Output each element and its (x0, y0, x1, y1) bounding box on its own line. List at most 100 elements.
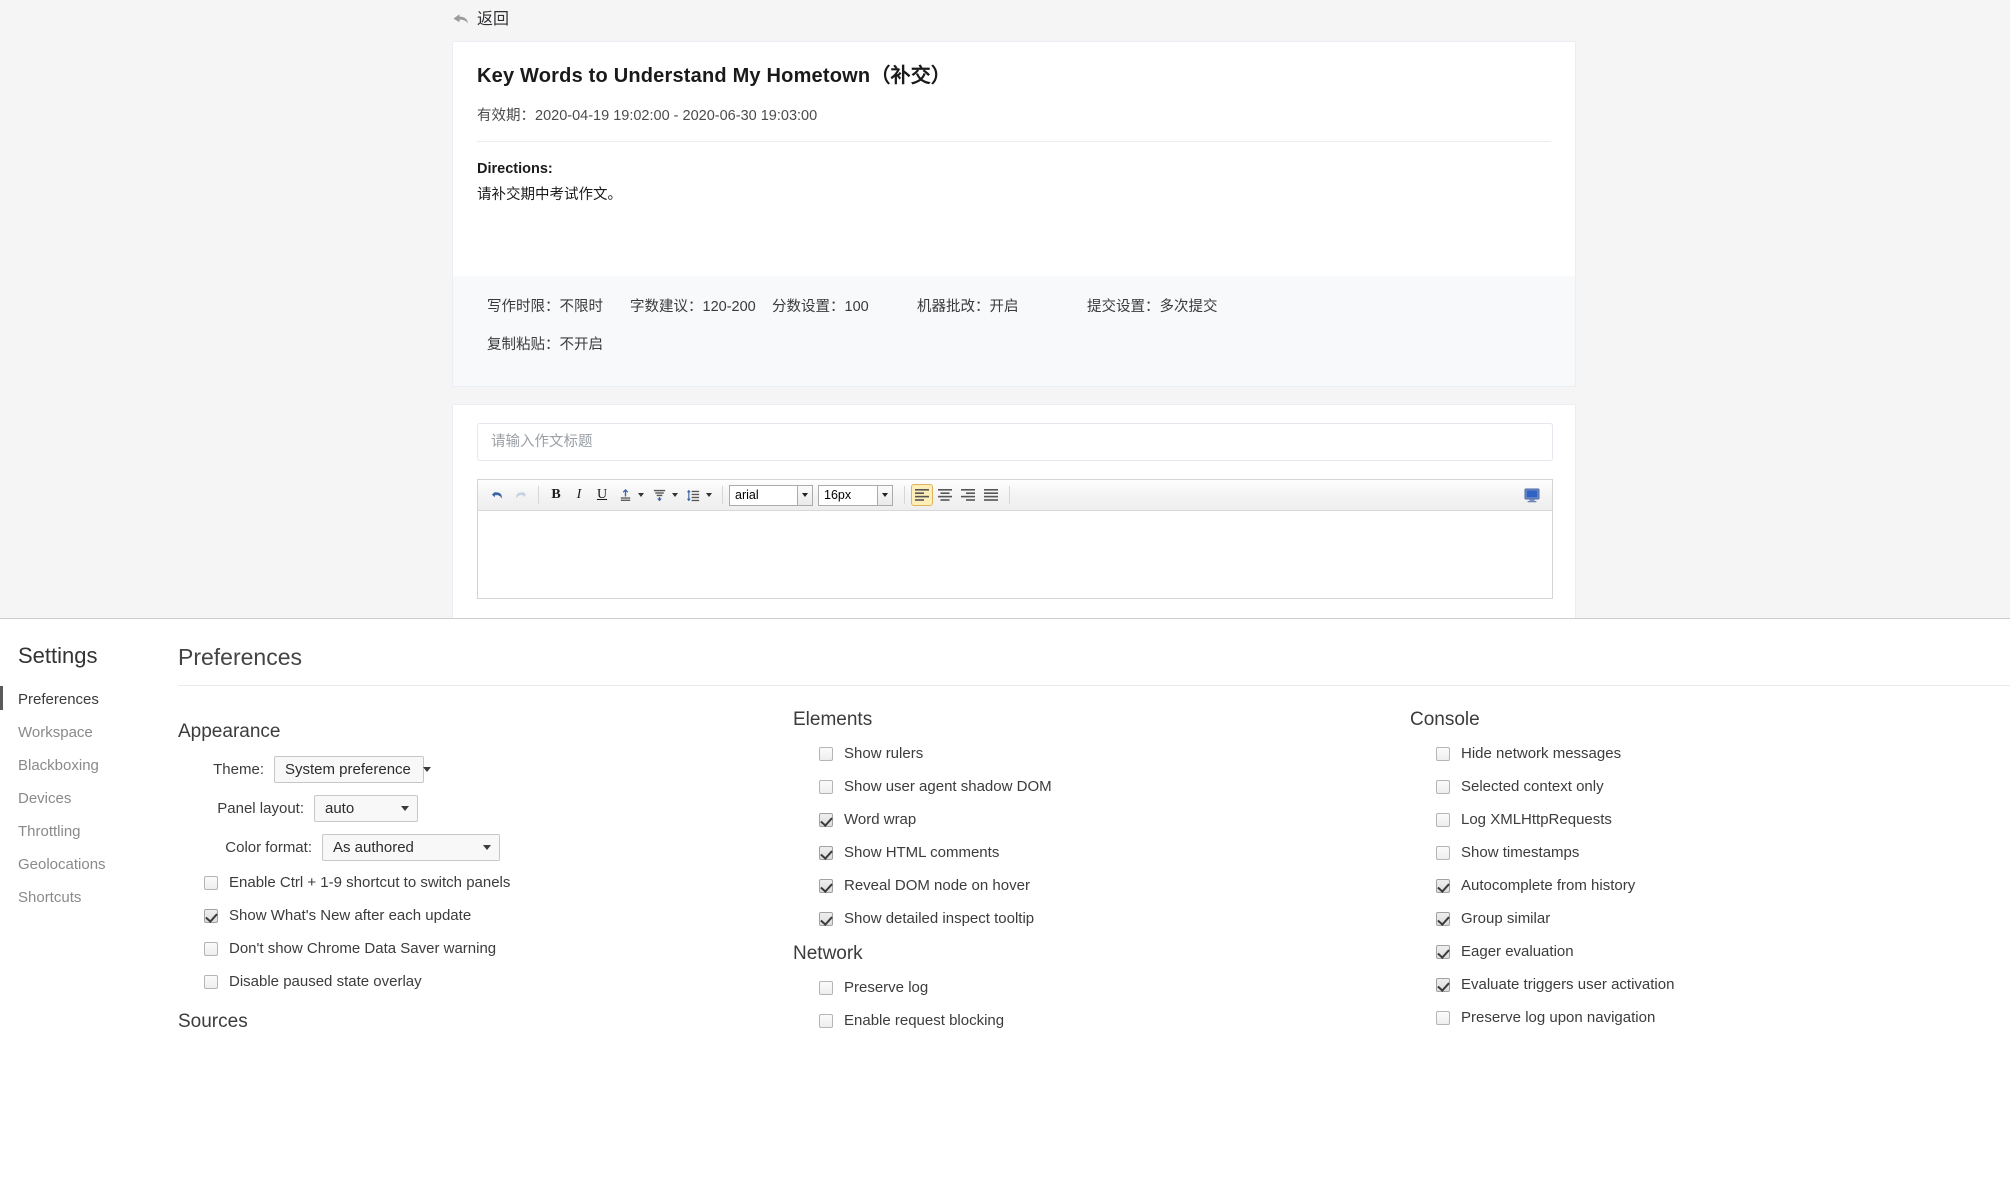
checkbox-enable-ctrl-shortcut[interactable]: Enable Ctrl + 1-9 shortcut to switch pan… (178, 873, 793, 893)
line-height-chevron-down-icon[interactable] (706, 493, 712, 497)
meta-item-machine-grading: 机器批改：开启 (917, 298, 1087, 316)
checkbox-box[interactable] (1436, 945, 1450, 959)
checkbox-box[interactable] (819, 780, 833, 794)
sidebar-item-blackboxing[interactable]: Blackboxing (0, 749, 160, 782)
meta-item-word-count: 字数建议：120-200 (630, 298, 772, 316)
checkbox-selected-context-only[interactable]: Selected context only (1410, 777, 2010, 797)
checkbox-label: Group similar (1461, 910, 1551, 927)
undo-button[interactable] (486, 484, 508, 506)
checkbox-box[interactable] (819, 981, 833, 995)
panel-layout-select[interactable]: auto (314, 795, 418, 822)
checkbox-box[interactable] (819, 846, 833, 860)
checkbox-label: Preserve log upon navigation (1461, 1009, 1656, 1026)
sidebar-item-throttling[interactable]: Throttling (0, 815, 160, 848)
checkbox-label: Evaluate triggers user activation (1461, 976, 1675, 993)
meta-label: 复制粘贴： (487, 337, 560, 353)
sidebar-item-geolocations[interactable]: Geolocations (0, 848, 160, 881)
checkbox-box[interactable] (819, 747, 833, 761)
fullscreen-button[interactable] (1521, 484, 1543, 506)
checkbox-box[interactable] (204, 876, 218, 890)
background-color-chevron-down-icon[interactable] (672, 493, 678, 497)
checkbox-box[interactable] (819, 879, 833, 893)
sidebar-item-label: Throttling (18, 823, 81, 840)
checkbox-label: Enable Ctrl + 1-9 shortcut to switch pan… (229, 874, 511, 891)
checkbox-box[interactable] (1436, 780, 1450, 794)
checkbox-log-xmlhttprequests[interactable]: Log XMLHttpRequests (1410, 810, 2010, 830)
underline-label: U (596, 487, 608, 502)
essay-title-input[interactable] (477, 423, 1553, 461)
checkbox-group-similar[interactable]: Group similar (1410, 909, 2010, 929)
checkbox-box[interactable] (819, 912, 833, 926)
checkbox-show-html-comments[interactable]: Show HTML comments (793, 843, 1410, 863)
font-size-select[interactable]: 16px (818, 484, 893, 506)
sidebar-item-devices[interactable]: Devices (0, 782, 160, 815)
checkbox-show-whats-new[interactable]: Show What's New after each update (178, 906, 793, 926)
checkbox-box[interactable] (1436, 747, 1450, 761)
checkbox-word-wrap[interactable]: Word wrap (793, 810, 1410, 830)
italic-button[interactable]: I (568, 484, 590, 506)
sidebar-item-workspace[interactable]: Workspace (0, 716, 160, 749)
essay-editor-card: B I U (452, 404, 1576, 618)
chevron-down-icon (877, 485, 892, 505)
checkbox-box[interactable] (1436, 846, 1450, 860)
align-center-button[interactable] (934, 484, 956, 506)
theme-select[interactable]: System preference (274, 756, 431, 783)
color-format-select[interactable]: As authored (322, 834, 500, 861)
checkbox-show-rulers[interactable]: Show rulers (793, 744, 1410, 764)
checkbox-hide-data-saver-warning[interactable]: Don't show Chrome Data Saver warning (178, 939, 793, 959)
checkbox-box[interactable] (1436, 978, 1450, 992)
meta-item-submission: 提交设置：多次提交 (1087, 298, 1218, 316)
redo-button[interactable] (509, 484, 531, 506)
checkbox-box[interactable] (1436, 813, 1450, 827)
checkbox-autocomplete-from-history[interactable]: Autocomplete from history (1410, 876, 2010, 896)
line-height-button[interactable] (682, 484, 704, 506)
checkbox-eager-evaluation[interactable]: Eager evaluation (1410, 942, 2010, 962)
sidebar-item-preferences[interactable]: Preferences (0, 683, 160, 716)
theme-field-row: Theme: System preference (178, 756, 793, 783)
checkbox-hide-network-messages[interactable]: Hide network messages (1410, 744, 2010, 764)
checkbox-box[interactable] (1436, 912, 1450, 926)
align-left-button[interactable] (911, 484, 933, 506)
checkbox-show-user-agent-shadow-dom[interactable]: Show user agent shadow DOM (793, 777, 1410, 797)
meta-label: 字数建议： (630, 299, 703, 315)
font-family-select[interactable]: arial (729, 484, 813, 506)
sidebar-item-label: Geolocations (18, 856, 106, 873)
font-color-button[interactable] (614, 484, 636, 506)
align-justify-button[interactable] (980, 484, 1002, 506)
web-page-content: 返回 Key Words to Understand My Hometown（补… (0, 0, 2010, 618)
line-height-icon (686, 489, 699, 501)
checkbox-box[interactable] (1436, 1011, 1450, 1025)
back-arrow-icon (453, 14, 468, 24)
checkbox-box[interactable] (819, 1014, 833, 1028)
settings-title: Settings (18, 643, 98, 668)
background-color-button[interactable] (648, 484, 670, 506)
sidebar-item-shortcuts[interactable]: Shortcuts (0, 881, 160, 914)
checkbox-show-detailed-inspect-tooltip[interactable]: Show detailed inspect tooltip (793, 909, 1410, 929)
checkbox-reveal-dom-node-on-hover[interactable]: Reveal DOM node on hover (793, 876, 1410, 896)
checkbox-evaluate-triggers-user-activation[interactable]: Evaluate triggers user activation (1410, 975, 2010, 995)
underline-button[interactable]: U (591, 484, 613, 506)
checkbox-label: Show user agent shadow DOM (844, 778, 1052, 795)
checkbox-label: Preserve log (844, 979, 929, 996)
font-color-chevron-down-icon[interactable] (638, 493, 644, 497)
checkbox-show-timestamps[interactable]: Show timestamps (1410, 843, 2010, 863)
checkbox-preserve-log[interactable]: Preserve log (793, 978, 1410, 998)
back-button[interactable]: 返回 (452, 8, 509, 32)
checkbox-label: Autocomplete from history (1461, 877, 1636, 894)
bold-button[interactable]: B (545, 484, 567, 506)
align-right-button[interactable] (957, 484, 979, 506)
align-right-icon (961, 489, 975, 501)
editor-body[interactable] (478, 511, 1552, 598)
sidebar-item-label: Shortcuts (18, 889, 82, 906)
checkbox-box[interactable] (204, 942, 218, 956)
checkbox-box[interactable] (1436, 879, 1450, 893)
checkbox-box[interactable] (819, 813, 833, 827)
checkbox-disable-paused-overlay[interactable]: Disable paused state overlay (178, 972, 793, 992)
checkbox-preserve-log-upon-navigation[interactable]: Preserve log upon navigation (1410, 1008, 2010, 1028)
checkbox-box[interactable] (204, 975, 218, 989)
checkbox-box[interactable] (204, 909, 218, 923)
checkbox-enable-request-blocking[interactable]: Enable request blocking (793, 1011, 1410, 1031)
theme-value: System preference (285, 761, 411, 778)
redo-icon (515, 491, 526, 499)
checkbox-label: Show timestamps (1461, 844, 1580, 861)
